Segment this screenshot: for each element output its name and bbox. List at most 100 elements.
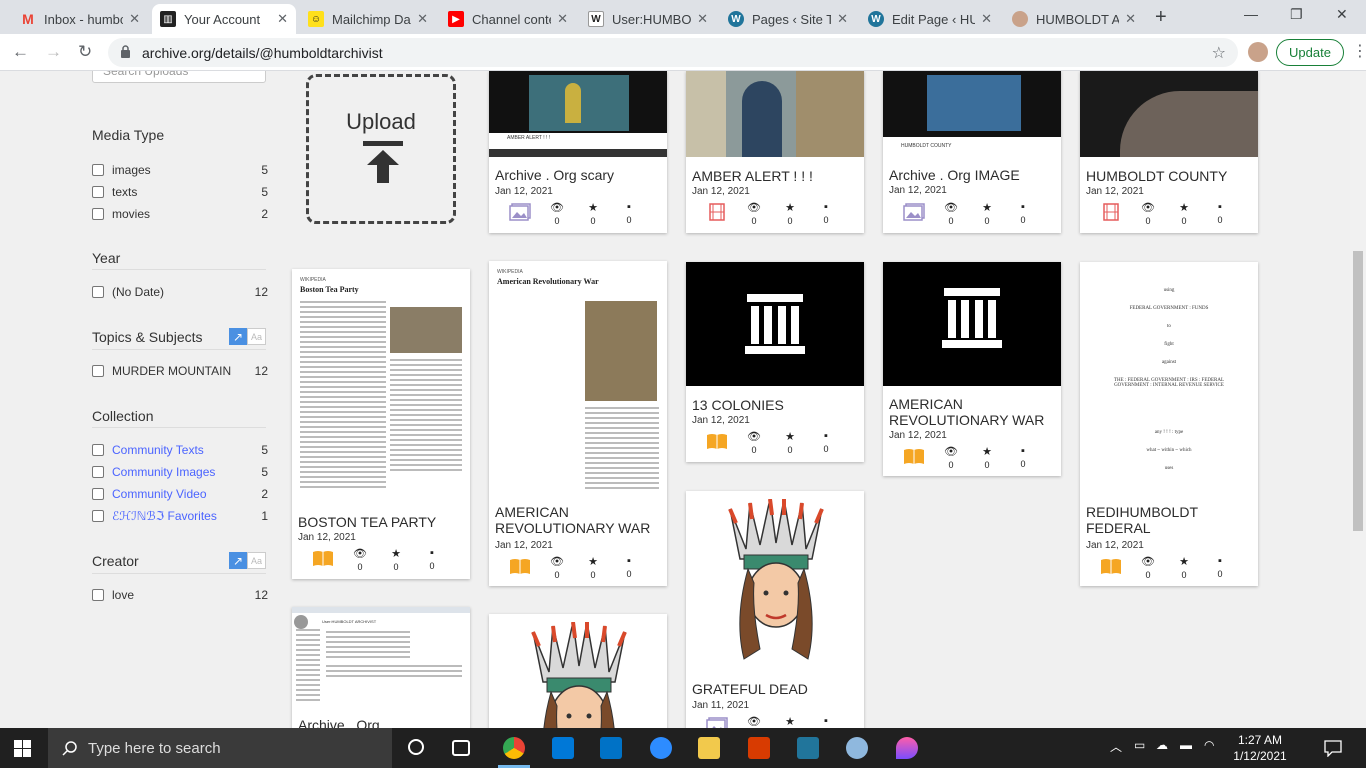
upload-button[interactable]: Upload <box>306 74 456 224</box>
mail-icon[interactable] <box>600 737 622 759</box>
facet-item[interactable]: Community Video 2 <box>92 485 268 503</box>
tab-mailchimp[interactable]: ☺ Mailchimp Das ✕ <box>300 4 436 34</box>
forward-arrow-icon[interactable]: → <box>45 42 62 62</box>
wifi-icon[interactable]: ◠ <box>1204 738 1214 752</box>
battery-icon[interactable]: ▬ <box>1180 738 1192 752</box>
close-tab-icon[interactable]: ✕ <box>981 11 992 27</box>
office-icon[interactable] <box>748 737 770 759</box>
item-card[interactable]: AMERICAN REVOLUTIONARY WAR Jan 12, 2021 … <box>883 262 1061 476</box>
meet-now-icon[interactable]: ▭ <box>1134 738 1145 752</box>
paint-icon[interactable] <box>846 737 868 759</box>
close-tab-icon[interactable]: ✕ <box>557 11 568 27</box>
back-arrow-icon[interactable]: ← <box>12 42 29 62</box>
item-thumbnail[interactable]: WIKIPEDIA Boston Tea Party <box>292 269 470 503</box>
scrollbar-thumb[interactable] <box>1353 251 1363 531</box>
facet-item[interactable]: texts 5 <box>92 183 268 201</box>
checkbox[interactable] <box>92 466 104 478</box>
item-thumbnail[interactable]: using FEDERAL GOVERNMENT : FUNDS to figh… <box>1080 262 1258 496</box>
browser-menu-icon[interactable]: ⋮ <box>1352 41 1366 61</box>
item-thumbnail[interactable]: User:HUMBOLDT ARCHIVIST <box>292 607 470 707</box>
item-thumbnail[interactable] <box>883 262 1061 386</box>
checkbox[interactable] <box>92 164 104 176</box>
checkbox[interactable] <box>92 208 104 220</box>
close-tab-icon[interactable]: ✕ <box>277 11 288 27</box>
checkbox[interactable] <box>92 444 104 456</box>
close-tab-icon[interactable]: ✕ <box>417 11 428 27</box>
item-card[interactable]: WIKIPEDIA Boston Tea Party BOSTON TEA PA… <box>292 269 470 579</box>
item-card[interactable]: WIKIPEDIA American Revolutionary War AME… <box>489 261 667 586</box>
facet-item[interactable]: MURDER MOUNTAIN 12 <box>92 362 268 380</box>
checkbox[interactable] <box>92 589 104 601</box>
checkbox[interactable] <box>92 488 104 500</box>
chart-toggle[interactable]: ↗ Aa <box>229 552 266 569</box>
update-button[interactable]: Update <box>1276 39 1344 66</box>
store-icon[interactable] <box>552 737 574 759</box>
tab-edit-page[interactable]: W Edit Page ‹ HU ✕ <box>860 4 1000 34</box>
profile-avatar[interactable] <box>1248 42 1268 62</box>
page-scrollbar[interactable] <box>1350 71 1366 728</box>
show-hidden-icons[interactable]: ︿ <box>1110 738 1122 755</box>
onedrive-icon[interactable]: ☁ <box>1156 738 1168 752</box>
reload-icon[interactable]: ↻ <box>78 42 92 62</box>
text-view-icon[interactable]: Aa <box>247 328 266 345</box>
item-card[interactable]: AMBER ALERT ! ! ! Jan 12, 2021 👁 0 ★ 0 ▪ 0 <box>686 71 864 233</box>
chrome-icon[interactable] <box>503 737 525 759</box>
facet-item[interactable]: images 5 <box>92 161 268 179</box>
chart-icon[interactable]: ↗ <box>229 328 247 345</box>
tab-youtube[interactable]: ▶ Channel conte ✕ <box>440 4 576 34</box>
facet-item[interactable]: love 12 <box>92 586 268 604</box>
tab-gmail[interactable]: M Inbox - humbc ✕ <box>12 4 148 34</box>
text-view-icon[interactable]: Aa <box>247 552 266 569</box>
maximize-icon[interactable]: ❐ <box>1290 6 1303 23</box>
item-thumbnail[interactable] <box>1080 71 1258 157</box>
tab-wikipedia[interactable]: W User:HUMBOLD✕ <box>580 4 716 34</box>
checkbox[interactable] <box>92 365 104 377</box>
item-card[interactable] <box>489 614 667 728</box>
checkbox[interactable] <box>92 286 104 298</box>
item-thumbnail[interactable] <box>686 262 864 386</box>
facet-item[interactable]: (No Date) 12 <box>92 283 268 301</box>
checkbox[interactable] <box>92 186 104 198</box>
item-card[interactable]: 13 COLONIES Jan 12, 2021 👁 0 ★ 0 ▪ 0 <box>686 262 864 462</box>
task-view-icon[interactable] <box>452 740 470 756</box>
facet-item[interactable]: ℰℋℐℕℬℑ Favorites 1 <box>92 507 268 525</box>
item-card[interactable]: AMBER ALERT ! ! ! Archive . Org scary Ja… <box>489 71 667 233</box>
paint3d-icon[interactable] <box>896 737 918 759</box>
tab-humboldt[interactable]: HUMBOLDT AI ✕ <box>1004 4 1144 34</box>
address-bar[interactable]: archive.org/details/@humboldtarchivist ☆ <box>108 38 1238 67</box>
close-window-icon[interactable]: ✕ <box>1336 6 1348 23</box>
chart-toggle[interactable]: ↗ Aa <box>229 328 266 345</box>
item-card[interactable]: HUMBOLDT COUNTY Jan 12, 2021 👁 0 ★ 0 ▪ 0 <box>1080 71 1258 233</box>
item-card[interactable]: User:HUMBOLDT ARCHIVIST Archive . Org <box>292 607 470 728</box>
chart-icon[interactable]: ↗ <box>229 552 247 569</box>
tab-pages[interactable]: W Pages ‹ Site Tit✕ <box>720 4 856 34</box>
item-thumbnail[interactable] <box>686 491 864 671</box>
notifications-icon[interactable] <box>1324 740 1342 757</box>
close-tab-icon[interactable]: ✕ <box>837 11 848 27</box>
facet-item[interactable]: movies 2 <box>92 205 268 223</box>
close-tab-icon[interactable]: ✕ <box>129 11 140 27</box>
item-thumbnail[interactable]: HUMBOLDT COUNTY <box>883 71 1061 157</box>
windows-start-icon[interactable] <box>14 740 31 757</box>
cortana-icon[interactable] <box>408 739 424 755</box>
item-card[interactable]: GRATEFUL DEAD Jan 11, 2021 👁0 ★0 ▪0 <box>686 491 864 728</box>
close-tab-icon[interactable]: ✕ <box>1125 11 1136 27</box>
checkbox[interactable] <box>92 510 104 522</box>
facet-item[interactable]: Community Images 5 <box>92 463 268 481</box>
tab-your-account[interactable]: ▥ Your Account ✕ <box>152 4 296 34</box>
zoom-icon[interactable] <box>650 737 672 759</box>
taskbar-search-input[interactable]: Type here to search <box>48 728 392 768</box>
wordpress-icon[interactable] <box>797 737 819 759</box>
item-thumbnail[interactable]: WIKIPEDIA American Revolutionary War <box>489 261 667 495</box>
item-thumbnail[interactable] <box>489 614 667 728</box>
facet-item[interactable]: Community Texts 5 <box>92 441 268 459</box>
item-thumbnail[interactable] <box>686 71 864 157</box>
item-card[interactable]: using FEDERAL GOVERNMENT : FUNDS to figh… <box>1080 262 1258 586</box>
item-card[interactable]: HUMBOLDT COUNTY Archive . Org IMAGE Jan … <box>883 71 1061 233</box>
taskbar-clock[interactable]: 1:27 AM 1/12/2021 <box>1225 732 1295 764</box>
new-tab-button[interactable]: + <box>1155 6 1167 29</box>
file-explorer-icon[interactable] <box>698 737 720 759</box>
bookmark-star-icon[interactable]: ☆ <box>1212 43 1226 63</box>
minimize-icon[interactable]: — <box>1244 6 1258 22</box>
close-tab-icon[interactable]: ✕ <box>697 11 708 27</box>
